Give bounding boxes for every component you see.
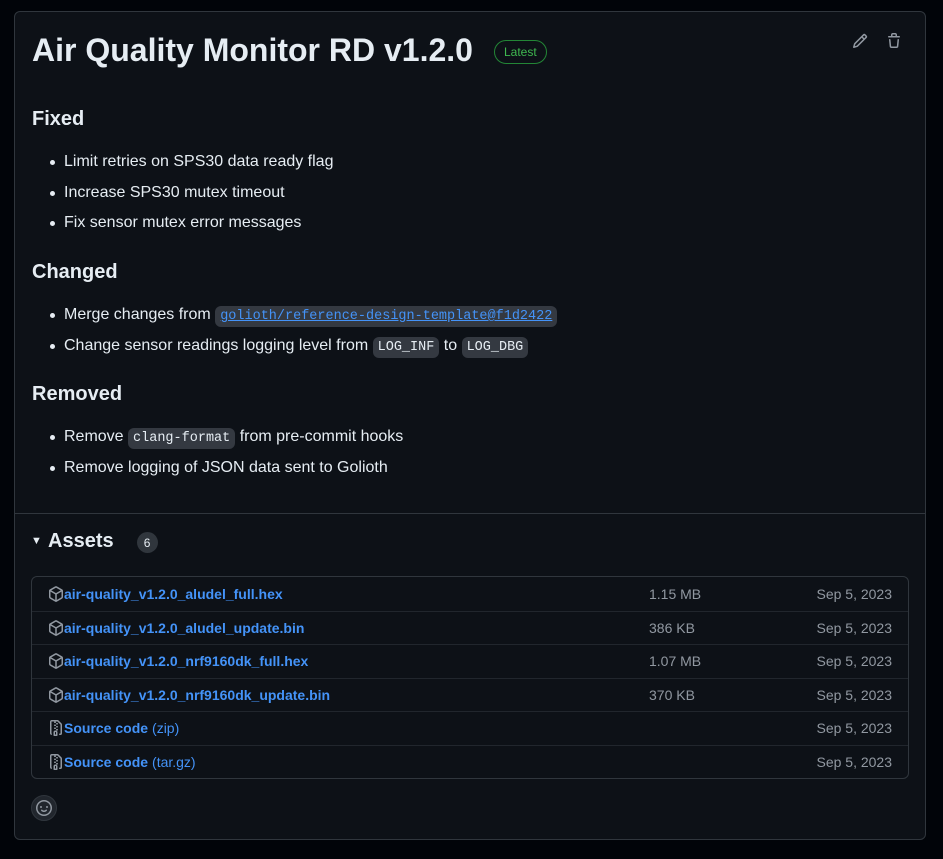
asset-link[interactable]: air-quality_v1.2.0_aludel_full.hex xyxy=(64,586,283,602)
changed-list: Merge changes from golioth/reference-des… xyxy=(32,303,558,365)
list-item: Remove clang-format from pre-commit hook… xyxy=(32,425,403,456)
fixed-list: Limit retries on SPS30 data ready flag I… xyxy=(32,150,333,242)
package-icon xyxy=(48,585,64,602)
source-code-zip-link[interactable]: Source code (zip) xyxy=(64,720,179,736)
asset-row: Source code (tar.gz) Sep 5, 2023 xyxy=(32,744,908,779)
list-item-text: Change sensor readings logging level fro… xyxy=(64,336,373,354)
changed-heading: Changed xyxy=(32,261,118,283)
asset-name: Source code xyxy=(64,753,149,770)
package-icon xyxy=(48,653,64,670)
package-icon xyxy=(48,686,64,703)
asset-size: 1.15 MB xyxy=(649,585,702,602)
asset-row: air-quality_v1.2.0_aludel_update.bin 386… xyxy=(32,610,908,645)
release-header: Air Quality Monitor RD v1.2.0 Latest xyxy=(32,32,547,68)
asset-link[interactable]: air-quality_v1.2.0_nrf9160dk_update.bin xyxy=(64,687,330,703)
list-item: Fix sensor mutex error messages xyxy=(32,211,333,242)
assets-title: Assets xyxy=(48,529,114,552)
trash-icon[interactable] xyxy=(885,32,903,50)
add-reaction-button[interactable] xyxy=(31,795,57,821)
file-zip-icon xyxy=(48,720,64,737)
release-card: Air Quality Monitor RD v1.2.0 Latest Fix… xyxy=(14,11,926,840)
asset-link[interactable]: air-quality_v1.2.0_aludel_update.bin xyxy=(64,620,304,636)
file-zip-icon xyxy=(48,753,64,770)
asset-date: Sep 5, 2023 xyxy=(816,686,892,703)
smiley-icon xyxy=(36,800,52,816)
list-item: Merge changes from golioth/reference-des… xyxy=(32,303,558,334)
list-item-text: Merge changes from xyxy=(64,306,216,323)
asset-size: 370 KB xyxy=(649,686,695,703)
assets-summary[interactable]: ▼ Assets 6 xyxy=(31,529,158,553)
list-item: Limit retries on SPS30 data ready flag xyxy=(32,150,333,181)
asset-date: Sep 5, 2023 xyxy=(816,720,892,737)
inline-code: clang-format xyxy=(128,428,236,449)
fixed-heading: Fixed xyxy=(32,108,85,130)
list-item: Increase SPS30 mutex timeout xyxy=(32,181,333,212)
removed-list: Remove clang-format from pre-commit hook… xyxy=(32,425,403,486)
release-title[interactable]: Air Quality Monitor RD v1.2.0 xyxy=(32,32,473,68)
inline-code: LOG_INF xyxy=(372,336,440,358)
package-icon xyxy=(48,619,64,636)
asset-row: air-quality_v1.2.0_aludel_full.hex 1.15 … xyxy=(32,577,908,611)
asset-row: air-quality_v1.2.0_nrf9160dk_full.hex 1.… xyxy=(32,644,908,678)
asset-row: air-quality_v1.2.0_nrf9160dk_update.bin … xyxy=(32,677,908,712)
pencil-icon[interactable] xyxy=(851,32,869,50)
list-item-text: to xyxy=(439,336,462,354)
list-item-text: Remove xyxy=(64,428,129,445)
assets-count-badge: 6 xyxy=(136,532,158,553)
latest-badge: Latest xyxy=(493,40,547,64)
asset-date: Sep 5, 2023 xyxy=(816,653,892,670)
removed-heading: Removed xyxy=(32,383,123,405)
inline-code: LOG_DBG xyxy=(461,336,529,358)
list-item-text: from pre-commit hooks xyxy=(235,428,404,445)
asset-ext: (tar.gz) xyxy=(152,753,196,770)
release-actions xyxy=(851,32,903,50)
caret-down-icon[interactable]: ▼ xyxy=(31,535,47,547)
assets-list: air-quality_v1.2.0_aludel_full.hex 1.15 … xyxy=(31,576,909,779)
asset-link[interactable]: air-quality_v1.2.0_nrf9160dk_full.hex xyxy=(64,653,308,669)
asset-date: Sep 5, 2023 xyxy=(816,619,892,636)
asset-date: Sep 5, 2023 xyxy=(816,753,892,770)
asset-size: 1.07 MB xyxy=(649,653,702,670)
asset-size: 386 KB xyxy=(649,619,695,636)
asset-name: Source code xyxy=(64,720,149,737)
source-code-targz-link[interactable]: Source code (tar.gz) xyxy=(64,754,196,770)
list-item: Remove logging of JSON data sent to Goli… xyxy=(32,456,403,487)
asset-ext: (zip) xyxy=(152,720,180,737)
list-item: Change sensor readings logging level fro… xyxy=(32,334,557,365)
release-body: Air Quality Monitor RD v1.2.0 Latest Fix… xyxy=(32,12,908,514)
commit-link[interactable]: golioth/reference-design-template@f1d242… xyxy=(220,309,552,324)
asset-row: Source code (zip) Sep 5, 2023 xyxy=(32,711,908,745)
commit-link-code: golioth/reference-design-template@f1d242… xyxy=(215,306,558,327)
divider xyxy=(15,513,925,514)
asset-date: Sep 5, 2023 xyxy=(816,585,892,602)
